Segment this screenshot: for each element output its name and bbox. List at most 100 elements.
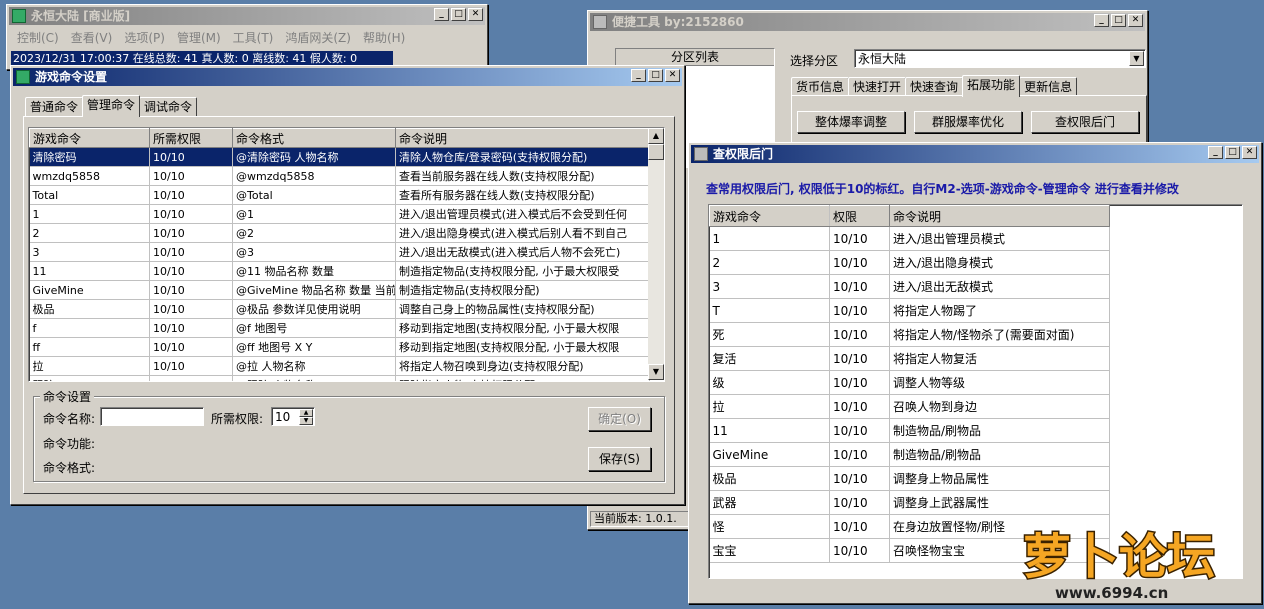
check-backdoor-button[interactable]: 查权限后门 — [1031, 111, 1139, 133]
chevron-down-icon[interactable]: ▼ — [1129, 51, 1144, 66]
menu-options[interactable]: 选项(P) — [124, 29, 165, 47]
maximize-button[interactable]: □ — [1225, 146, 1240, 159]
table-row[interactable]: 死 10/10 将指定人物/怪物杀了(需要面对面) — [709, 322, 1110, 347]
table-row[interactable]: 3 10/10 @3 进入/退出无敌模式(进入模式后人物不会死亡) — [29, 242, 650, 262]
perm-grid-header: 游戏命令 权限 命令说明 — [709, 205, 1110, 227]
table-row[interactable]: Total 10/10 @Total 查看所有服务器在线人数(支持权限分配) — [29, 185, 650, 205]
table-row[interactable]: 武器 10/10 调整身上武器属性 — [709, 490, 1110, 515]
table-cell: @GiveMine 物品名称 数量 当前 — [232, 280, 396, 300]
command-name-input[interactable] — [100, 407, 204, 426]
table-cell: 10/10 — [149, 299, 233, 319]
table-cell: 1 — [709, 226, 830, 251]
command-function-label: 命令功能: — [43, 437, 96, 451]
table-row[interactable]: GiveMine 10/10 @GiveMine 物品名称 数量 当前 制造指定物品(… — [29, 280, 650, 300]
overall-droprate-button[interactable]: 整体爆率调整 — [797, 111, 905, 133]
menu-help[interactable]: 帮助(H) — [363, 29, 405, 47]
table-cell: 3 — [709, 274, 830, 299]
table-row[interactable]: 1 10/10 进入/退出管理员模式 — [709, 226, 1110, 251]
table-cell: GiveMine — [29, 280, 150, 300]
table-cell: 11 — [29, 261, 150, 281]
save-button[interactable]: 保存(S) — [588, 447, 651, 471]
table-row[interactable]: 复活 10/10 将指定人物复活 — [709, 346, 1110, 371]
tab-debug-commands[interactable]: 调试命令 — [139, 97, 198, 116]
table-cell: f — [29, 318, 150, 338]
scroll-thumb[interactable] — [648, 144, 664, 160]
table-cell: 召唤人物到身边 — [889, 394, 1110, 419]
table-row[interactable]: ff 10/10 @ff 地图号 X Y 移动到指定地图(支持权限分配, 小于最大权限 — [29, 337, 650, 357]
spin-up-icon[interactable]: ▲ — [299, 409, 313, 417]
table-row[interactable]: f 10/10 @f 地图号 移动到指定地图(支持权限分配, 小于最大权限 — [29, 318, 650, 338]
maximize-button[interactable]: □ — [1111, 14, 1126, 27]
spin-down-icon[interactable]: ▼ — [299, 417, 313, 425]
tab-normal-commands[interactable]: 普通命令 — [25, 97, 84, 116]
main-window-titlebar[interactable]: 永恒大陆 [商业版] _ □ ✕ — [9, 7, 485, 25]
col-description[interactable]: 命令说明 — [889, 205, 1110, 227]
table-cell: 进入/退出隐身模式 — [889, 250, 1110, 275]
table-row[interactable]: 2 10/10 @2 进入/退出隐身模式(进入模式后别人看不到自己 — [29, 223, 650, 243]
col-command[interactable]: 游戏命令 — [709, 205, 830, 227]
table-row[interactable]: 2 10/10 进入/退出隐身模式 — [709, 250, 1110, 275]
col-format[interactable]: 命令格式 — [232, 128, 396, 148]
table-row[interactable]: 级 10/10 调整人物等级 — [709, 370, 1110, 395]
tab-updates[interactable]: 更新信息 — [1019, 77, 1078, 96]
minimize-button[interactable]: _ — [631, 69, 646, 82]
table-row[interactable]: 跟踪10/10@跟踪 人物名称跟踪指定人物(支持权限分配) — [29, 375, 650, 381]
minimize-button[interactable]: _ — [1208, 146, 1223, 159]
table-row[interactable]: 3 10/10 进入/退出无敌模式 — [709, 274, 1110, 299]
table-row[interactable]: GiveMine 10/10 制造物品/刷物品 — [709, 442, 1110, 467]
permission-stepper[interactable]: 10 ▲ ▼ — [271, 407, 315, 426]
command-table[interactable]: 游戏命令 所需权限 命令格式 命令说明 清除密码 10/10 @清除密码 人物名称清… — [28, 127, 665, 382]
tab-quick-open[interactable]: 快速打开 — [848, 77, 907, 96]
close-button[interactable]: ✕ — [665, 69, 680, 82]
table-row[interactable]: wmzdq5858 10/10 @wmzdq5858 查看当前服务器在线人数(支持权限… — [29, 166, 650, 186]
table-row[interactable]: 清除密码 10/10 @清除密码 人物名称 清除人物仓库/登录密码(支持权限分配) — [29, 147, 650, 167]
col-permission[interactable]: 权限 — [829, 205, 890, 227]
menu-manage[interactable]: 管理(M) — [177, 29, 221, 47]
table-row[interactable]: T 10/10 将指定人物踢了 — [709, 298, 1110, 323]
menu-view[interactable]: 查看(V) — [71, 29, 113, 47]
tab-quick-query[interactable]: 快速查询 — [905, 77, 964, 96]
minimize-button[interactable]: _ — [1094, 14, 1109, 27]
table-cell: 10/10 — [149, 185, 233, 205]
scroll-up-icon[interactable]: ▲ — [648, 128, 664, 144]
cmd-window-title: 游戏命令设置 — [35, 70, 108, 84]
col-permission[interactable]: 所需权限 — [149, 128, 233, 148]
close-button[interactable]: ✕ — [468, 8, 483, 21]
command-table-scrollbar[interactable]: ▲ ▼ — [648, 128, 664, 380]
perm-window-titlebar[interactable]: 查权限后门 _ □ ✕ — [691, 145, 1259, 163]
table-row[interactable]: 拉 10/10 召唤人物到身边 — [709, 394, 1110, 419]
command-grid-header: 游戏命令 所需权限 命令格式 命令说明 — [29, 128, 650, 148]
table-row[interactable]: 11 10/10 制造物品/刷物品 — [709, 418, 1110, 443]
cmd-window-titlebar[interactable]: 游戏命令设置 _ □ ✕ — [13, 68, 682, 86]
maximize-button[interactable]: □ — [648, 69, 663, 82]
table-row[interactable]: 极品 10/10 调整身上物品属性 — [709, 466, 1110, 491]
col-description[interactable]: 命令说明 — [395, 128, 650, 148]
close-button[interactable]: ✕ — [1128, 14, 1143, 27]
tab-admin-commands[interactable]: 管理命令 — [82, 95, 141, 117]
confirm-button[interactable]: 确定(O) — [588, 407, 651, 431]
menu-tools[interactable]: 工具(T) — [233, 29, 274, 47]
partition-select[interactable]: 永恒大陆 ▼ — [854, 49, 1146, 68]
table-cell: Total — [29, 185, 150, 205]
group-droprate-button[interactable]: 群服爆率优化 — [914, 111, 1022, 133]
table-cell: 进入/退出隐身模式(进入模式后别人看不到自己 — [395, 223, 650, 243]
command-format-label: 命令格式: — [43, 461, 96, 475]
menu-gateway[interactable]: 鸿盾网关(Z) — [285, 29, 351, 47]
tab-extensions[interactable]: 拓展功能 — [962, 75, 1021, 97]
scroll-down-icon[interactable]: ▼ — [648, 364, 664, 380]
col-command[interactable]: 游戏命令 — [29, 128, 150, 148]
tool-window-titlebar[interactable]: 便捷工具 by:2152860 _ □ ✕ — [590, 13, 1145, 31]
table-row[interactable]: 11 10/10 @11 物品名称 数量 制造指定物品(支持权限分配, 小于最大权限受 — [29, 261, 650, 281]
table-row[interactable]: 极品 10/10 @极品 参数详见使用说明 调整自己身上的物品属性(支持权限分配) — [29, 299, 650, 319]
table-cell: @wmzdq5858 — [232, 166, 396, 186]
table-cell: @极品 参数详见使用说明 — [232, 299, 396, 319]
maximize-button[interactable]: □ — [451, 8, 466, 21]
close-button[interactable]: ✕ — [1242, 146, 1257, 159]
table-row[interactable]: 1 10/10 @1 进入/退出管理员模式(进入模式后不会受到任何 — [29, 204, 650, 224]
table-cell: 制造指定物品(支持权限分配, 小于最大权限受 — [395, 261, 650, 281]
tab-currency[interactable]: 货币信息 — [791, 77, 850, 96]
table-row[interactable]: 拉 10/10 @拉 人物名称 将指定人物召唤到身边(支持权限分配) — [29, 356, 650, 376]
table-cell: 跟踪 — [29, 375, 150, 381]
minimize-button[interactable]: _ — [434, 8, 449, 21]
menu-control[interactable]: 控制(C) — [17, 29, 59, 47]
